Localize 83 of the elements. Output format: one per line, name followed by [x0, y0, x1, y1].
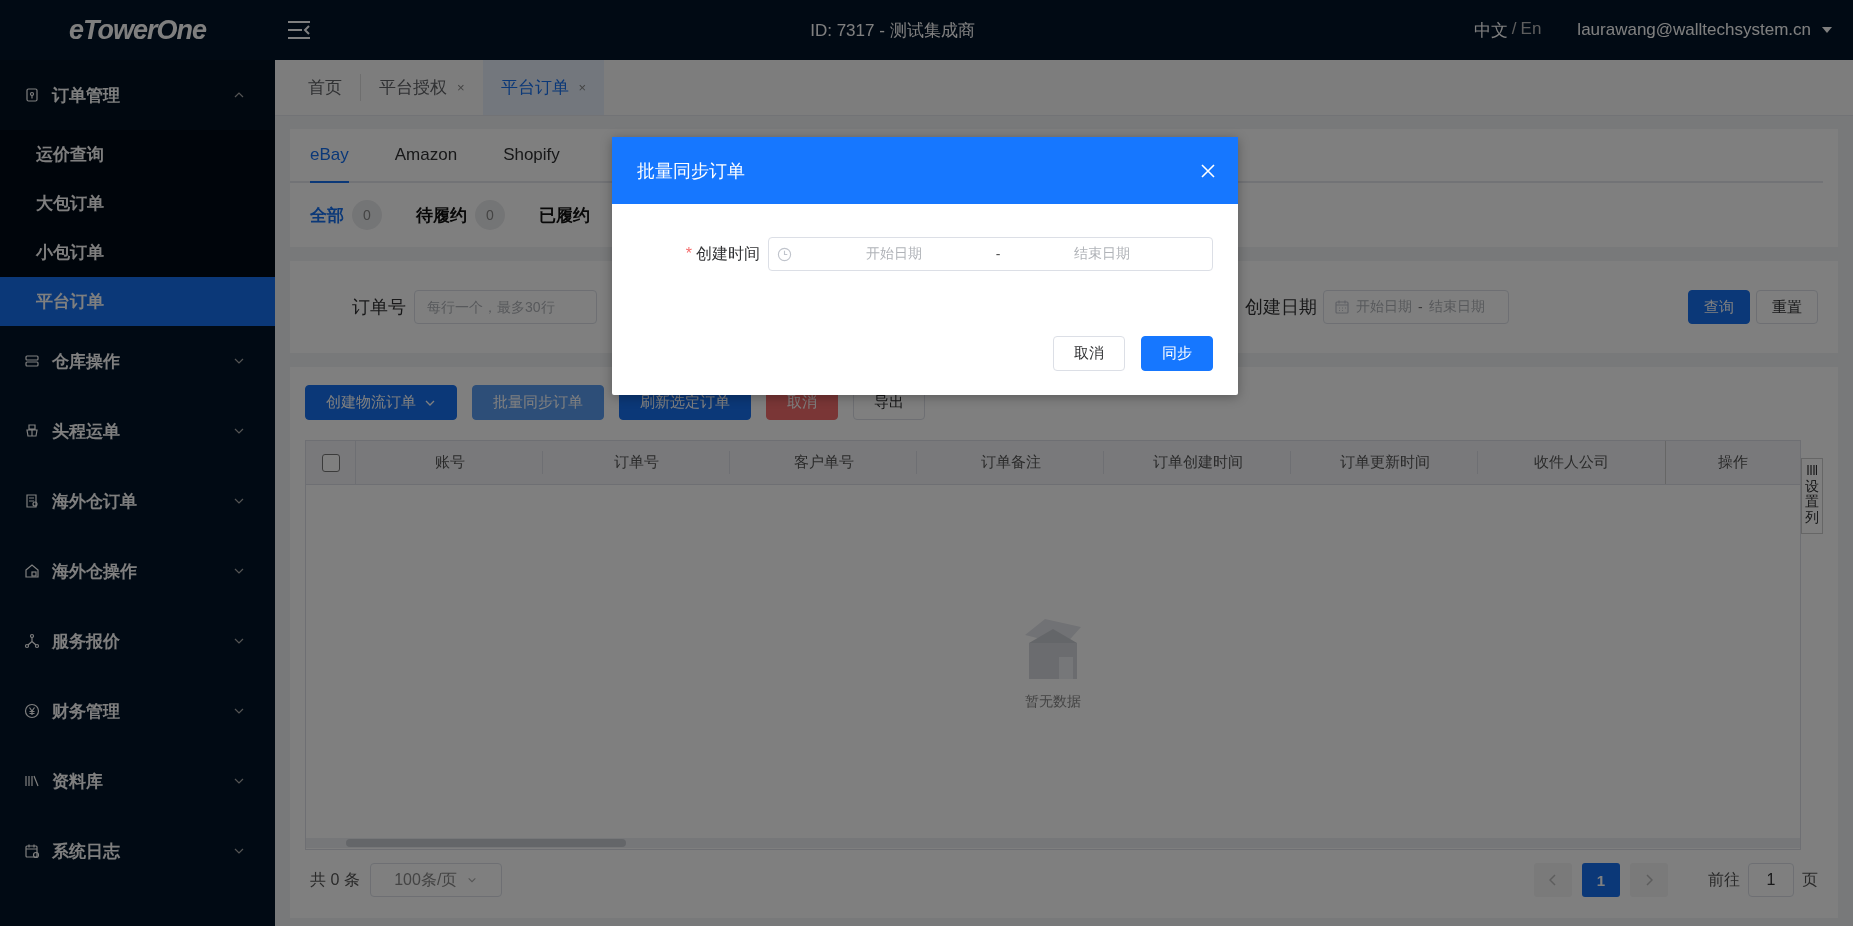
platform-tab[interactable]: Shopify: [503, 129, 560, 183]
menu-item[interactable]: 仓库操作: [0, 326, 275, 396]
scrollbar[interactable]: [306, 838, 1800, 848]
menu-label: 资料库: [52, 770, 104, 793]
logo: eTowerOne: [67, 13, 208, 47]
menu-label: 服务报价: [52, 630, 121, 653]
dialog-title: 批量同步订单: [637, 159, 745, 183]
menu-icon[interactable]: [287, 20, 311, 40]
submenu-item[interactable]: 运价查询: [0, 130, 275, 179]
menu-label: 海外仓操作: [52, 560, 138, 583]
submenu-item[interactable]: 小包订单: [0, 228, 275, 277]
close-icon[interactable]: [1200, 162, 1216, 179]
menu-item[interactable]: 财务管理: [0, 676, 275, 746]
menu-label: 系统日志: [52, 840, 121, 863]
field-label: 创建时间: [696, 244, 760, 262]
clock-icon: [777, 246, 792, 262]
column-header: 订单创建时间: [1152, 453, 1243, 472]
document-icon: [24, 493, 40, 509]
column-header: 收件人公司: [1534, 453, 1609, 472]
ship-icon: [24, 423, 40, 439]
calendar-icon: [1334, 299, 1350, 315]
platform-tab[interactable]: eBay: [310, 129, 349, 183]
submenu-item[interactable]: 大包订单: [0, 179, 275, 228]
menu-item[interactable]: 资料库: [0, 746, 275, 816]
chevron-icon: [467, 875, 478, 885]
page-tab[interactable]: 平台订单 ×: [482, 60, 605, 115]
language-option[interactable]: En: [1520, 18, 1542, 42]
cancel-button[interactable]: 取消: [1053, 336, 1125, 371]
platform-tab[interactable]: Amazon: [394, 129, 458, 183]
date-range-field[interactable]: 开始日期 - 结束日期: [768, 237, 1213, 271]
menu-item[interactable]: 头程运单: [0, 396, 275, 466]
required-mark: *: [685, 244, 692, 262]
clipboard-icon: [24, 87, 40, 103]
menu-item[interactable]: 海外仓订单: [0, 466, 275, 536]
menu-item[interactable]: 系统日志: [0, 816, 275, 886]
calendar-icon: [24, 843, 40, 859]
reset-button[interactable]: 重置: [1756, 290, 1818, 324]
user-email[interactable]: laurawang@walltechsystem.cn: [1577, 20, 1811, 40]
chevron-left-icon: [1549, 874, 1557, 886]
total-count: 共 0 条: [310, 869, 360, 890]
menu-label: 海外仓订单: [52, 490, 138, 513]
page-tab[interactable]: 平台授权 ×: [361, 60, 483, 115]
page-tab[interactable]: 首页: [290, 60, 360, 115]
menu-item[interactable]: 订单管理: [0, 60, 275, 130]
select-all-checkbox[interactable]: [321, 453, 340, 472]
columns-icon: [1807, 465, 1817, 475]
menu-item[interactable]: 海外仓操作: [0, 536, 275, 606]
language-option[interactable]: 中文: [1473, 18, 1508, 42]
page-button[interactable]: 1: [1582, 863, 1620, 897]
menu-item[interactable]: 服务报价: [0, 606, 275, 676]
submenu-item[interactable]: 平台订单: [0, 277, 275, 326]
books-icon: [24, 773, 40, 789]
status-tab[interactable]: 已履约: [539, 203, 590, 227]
sync-button[interactable]: 同步: [1141, 336, 1213, 371]
goto-label: 前往: [1708, 869, 1740, 890]
page-size-select[interactable]: 100条/页: [369, 863, 502, 897]
menu-label: 头程运单: [52, 420, 121, 443]
drawer-icon: [24, 353, 40, 369]
menu-label: 仓库操作: [52, 350, 121, 373]
nodes-icon: [24, 633, 40, 649]
language-separator: /: [1511, 18, 1517, 40]
house-icon: [24, 563, 40, 579]
search-button[interactable]: 查询: [1688, 290, 1750, 324]
column-header: 订单号: [614, 453, 659, 472]
page-number-field[interactable]: 1: [1748, 863, 1794, 897]
column-header: 客户单号: [793, 453, 854, 472]
field-label: 创建日期: [1245, 296, 1317, 319]
column-header: 订单备注: [980, 453, 1041, 472]
page-suffix: 页: [1802, 869, 1818, 890]
action-button[interactable]: 创建物流订单: [305, 385, 457, 420]
close-tab-icon[interactable]: ×: [457, 80, 465, 95]
empty-text: 暂无数据: [1025, 692, 1081, 711]
caret-icon[interactable]: [1821, 26, 1833, 34]
column-header: 操作: [1718, 453, 1748, 472]
column-settings-button[interactable]: 设置列: [1801, 458, 1823, 534]
column-header: 账号: [434, 453, 465, 472]
yen-icon: [24, 703, 40, 719]
menu-label: 财务管理: [52, 700, 121, 723]
chevron-right-icon: [1645, 874, 1653, 886]
column-header: 订单更新时间: [1339, 453, 1430, 472]
menu-label: 订单管理: [52, 84, 121, 107]
tenant-title: ID: 7317 - 测试集成商: [809, 19, 976, 42]
field-label: 订单号: [352, 296, 406, 319]
